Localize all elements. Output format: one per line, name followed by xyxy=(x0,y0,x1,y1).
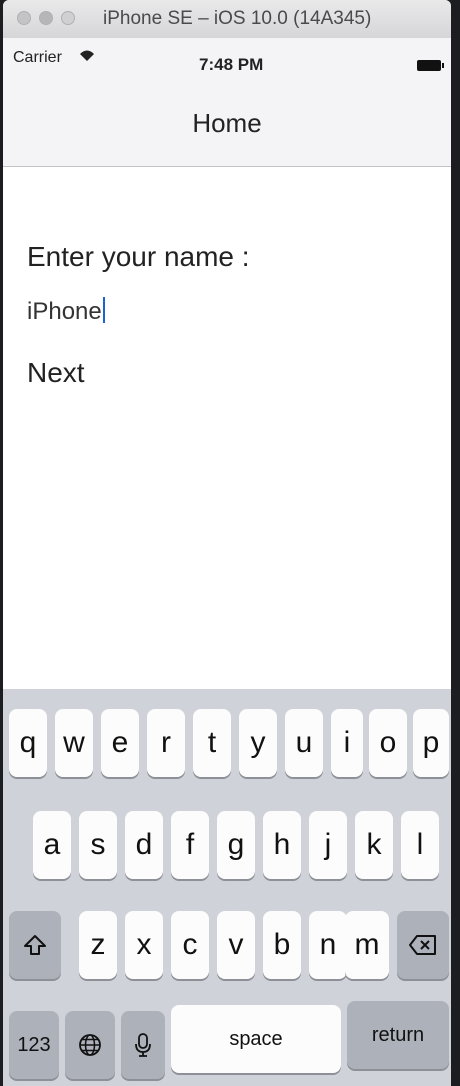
key-l[interactable]: l xyxy=(401,811,439,879)
wifi-icon xyxy=(79,49,95,65)
navigation-bar: Home xyxy=(3,86,451,167)
shift-icon xyxy=(23,933,47,957)
key-y[interactable]: y xyxy=(239,709,277,777)
backspace-key[interactable] xyxy=(397,911,449,979)
globe-icon xyxy=(78,1033,102,1057)
main-content: Enter your name : iPhone Next xyxy=(3,167,451,689)
next-button[interactable]: Next xyxy=(27,357,85,389)
key-p[interactable]: p xyxy=(413,709,449,777)
key-x[interactable]: x xyxy=(125,911,163,979)
numbers-key[interactable]: 123 xyxy=(9,1011,59,1079)
key-z[interactable]: z xyxy=(79,911,117,979)
status-time: 7:48 PM xyxy=(199,55,264,74)
key-t[interactable]: t xyxy=(193,709,231,777)
name-text-field[interactable]: iPhone xyxy=(27,297,327,329)
simulator-title-bar: iPhone SE – iOS 10.0 (14A345) xyxy=(3,0,451,39)
carrier-label: Carrier xyxy=(13,49,62,66)
minimize-window-button[interactable] xyxy=(39,11,53,25)
microphone-icon xyxy=(133,1032,153,1058)
space-key[interactable]: space xyxy=(171,1005,341,1073)
key-v[interactable]: v xyxy=(217,911,255,979)
zoom-window-button[interactable] xyxy=(61,11,75,25)
key-c[interactable]: c xyxy=(171,911,209,979)
key-a[interactable]: a xyxy=(33,811,71,879)
key-d[interactable]: d xyxy=(125,811,163,879)
key-i[interactable]: i xyxy=(331,709,363,777)
key-n[interactable]: n xyxy=(309,911,347,979)
key-o[interactable]: o xyxy=(369,709,407,777)
on-screen-keyboard: q w e r t y u i o p a s d f g h j k l z … xyxy=(3,689,451,1086)
key-q[interactable]: q xyxy=(9,709,47,777)
return-key[interactable]: return xyxy=(347,1001,449,1069)
text-cursor xyxy=(102,297,105,323)
key-f[interactable]: f xyxy=(171,811,209,879)
key-j[interactable]: j xyxy=(309,811,347,879)
backspace-icon xyxy=(408,934,438,956)
key-u[interactable]: u xyxy=(285,709,323,777)
battery-icon xyxy=(417,60,444,71)
name-field-value: iPhone xyxy=(27,298,102,325)
globe-key[interactable] xyxy=(65,1011,115,1079)
simulator-window: iPhone SE – iOS 10.0 (14A345) Carrier 7:… xyxy=(3,0,451,1086)
key-b[interactable]: b xyxy=(263,911,301,979)
name-prompt-label: Enter your name : xyxy=(27,241,250,272)
key-r[interactable]: r xyxy=(147,709,185,777)
window-title: iPhone SE – iOS 10.0 (14A345) xyxy=(103,8,372,29)
key-k[interactable]: k xyxy=(355,811,393,879)
shift-key[interactable] xyxy=(9,911,61,979)
key-m[interactable]: m xyxy=(345,911,389,979)
status-bar: Carrier 7:48 PM xyxy=(3,38,451,86)
key-w[interactable]: w xyxy=(55,709,93,777)
close-window-button[interactable] xyxy=(17,11,31,25)
key-s[interactable]: s xyxy=(79,811,117,879)
nav-title: Home xyxy=(192,108,262,138)
key-g[interactable]: g xyxy=(217,811,255,879)
key-e[interactable]: e xyxy=(101,709,139,777)
key-h[interactable]: h xyxy=(263,811,301,879)
dictation-key[interactable] xyxy=(121,1011,165,1079)
